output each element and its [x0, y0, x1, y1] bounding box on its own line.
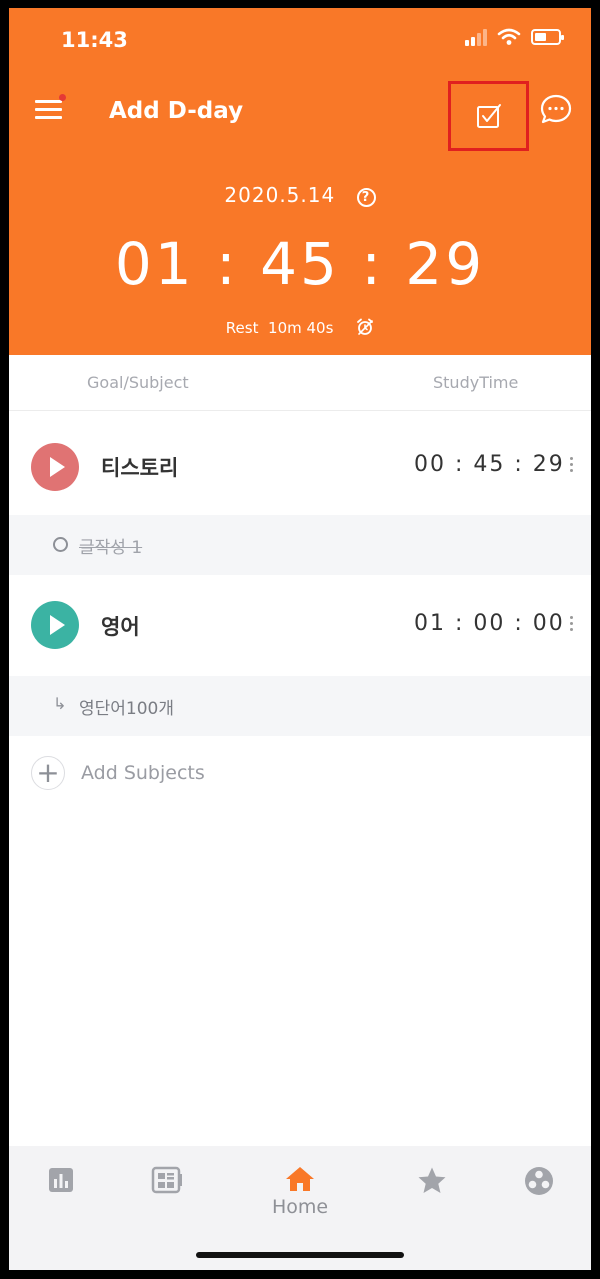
study-time-header: StudyTime: [433, 373, 519, 392]
plus-icon: +: [31, 756, 65, 790]
signal-icon: [465, 28, 487, 46]
goal-subject-header: Goal/Subject: [87, 373, 189, 392]
tab-group[interactable]: [509, 1166, 569, 1226]
status-icons: [465, 28, 564, 46]
tab-home-label: Home: [271, 1196, 329, 1218]
notification-dot: [59, 94, 66, 101]
goal-row[interactable]: 글작성 1: [9, 515, 591, 575]
star-icon: [418, 1167, 446, 1193]
chat-bubble-icon: [540, 94, 572, 124]
more-options-icon[interactable]: [567, 457, 575, 477]
group-icon: [525, 1167, 553, 1195]
bottom-tab-bar: Home: [9, 1146, 591, 1270]
home-indicator: [196, 1252, 404, 1258]
checkbox-icon: [476, 104, 501, 128]
sub-arrow-icon: ↳: [53, 694, 67, 713]
dday-date: 2020.5.14 ?: [9, 183, 591, 207]
tab-favorites[interactable]: [402, 1166, 462, 1226]
rest-label: Rest: [225, 319, 259, 337]
goal-text: 글작성 1: [79, 538, 143, 558]
battery-icon: [531, 29, 564, 45]
subject-row[interactable]: 티스토리 00 : 45 : 29: [9, 412, 591, 515]
play-icon[interactable]: [31, 443, 79, 491]
subject-study-time: 01 : 00 : 00: [414, 611, 565, 636]
goal-row[interactable]: ↳ 영단어100개: [9, 676, 591, 736]
subject-name: 영어: [101, 615, 140, 639]
page-title: Add D-day: [109, 98, 244, 124]
tab-statistics[interactable]: [31, 1166, 91, 1226]
rest-info: Rest 10m 40s: [9, 318, 591, 337]
help-icon[interactable]: ?: [356, 188, 376, 207]
wifi-icon: [497, 28, 521, 45]
header: 11:43 Add D-day 2020.5.14 ? 01: 45: 29…: [9, 8, 591, 355]
goal-text: 영단어100개: [79, 699, 175, 719]
status-time: 11:43: [61, 28, 128, 52]
tab-planner[interactable]: [137, 1166, 197, 1226]
total-study-timer: 01 : 45 : 29: [114, 230, 486, 298]
add-subjects-label: Add Subjects: [81, 762, 205, 784]
subject-row[interactable]: 영어 01 : 00 : 00: [9, 575, 591, 678]
todo-check-button[interactable]: [448, 81, 529, 151]
chat-button[interactable]: [539, 93, 573, 127]
alarm-icon[interactable]: [356, 318, 374, 336]
play-icon[interactable]: [31, 601, 79, 649]
home-icon: [286, 1167, 314, 1191]
subject-study-time: 00 : 45 : 29: [414, 452, 565, 477]
goal-checkbox-icon[interactable]: [53, 537, 68, 552]
bar-chart-icon: [49, 1168, 73, 1192]
app-screen: 11:43 Add D-day 2020.5.14 ? 01: 45: 29…: [9, 8, 591, 1270]
rest-time: 10m 40s: [268, 319, 334, 337]
date-text: 2020.5.14: [224, 183, 336, 207]
planner-icon: [151, 1166, 182, 1194]
column-headers: Goal/Subject StudyTime: [9, 355, 591, 411]
menu-button[interactable]: [35, 94, 66, 122]
tab-home[interactable]: Home: [270, 1166, 330, 1226]
add-subjects-button[interactable]: + Add Subjects: [31, 753, 205, 793]
subject-name: 티스토리: [101, 456, 179, 480]
more-options-icon[interactable]: [567, 616, 575, 636]
